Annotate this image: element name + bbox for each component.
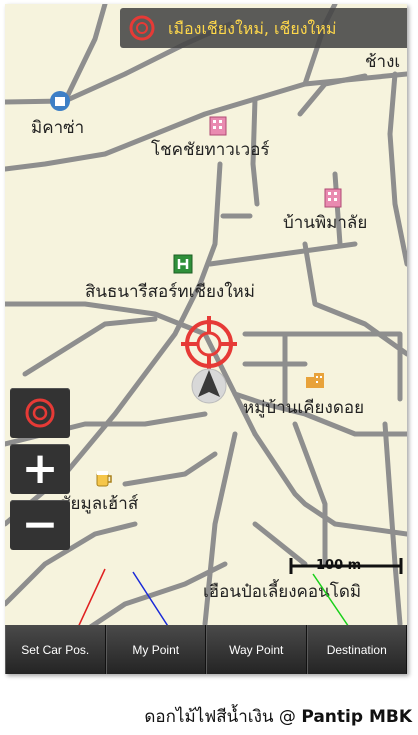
my-point-button[interactable]: My Point bbox=[105, 625, 206, 674]
hospital-icon[interactable] bbox=[173, 254, 193, 278]
map-screen: เมืองเชียงใหม่, เชียงใหม่ ช้างเ มิคาซ่า … bbox=[5, 4, 407, 674]
place-label: โชคชัยทาวเวอร์ bbox=[151, 140, 270, 160]
zoom-in-button[interactable]: + bbox=[10, 444, 70, 494]
beer-icon[interactable] bbox=[95, 468, 113, 492]
place-label: สินธนารีสอร์ทเชียงใหม่ bbox=[85, 282, 255, 302]
caption-text: ดอกไม้ไฟสีน้ำเงิน @ bbox=[144, 707, 302, 727]
navigation-arrow-icon bbox=[191, 368, 227, 404]
locate-button[interactable] bbox=[10, 388, 70, 438]
zoom-out-button[interactable]: − bbox=[10, 500, 70, 550]
place-label: หมู่บ้านเคียงดอย bbox=[243, 398, 365, 418]
destination-button[interactable]: Destination bbox=[306, 625, 407, 674]
location-banner[interactable]: เมืองเชียงใหม่, เชียงใหม่ bbox=[120, 8, 407, 48]
scale-bar: 100 m bbox=[288, 552, 404, 580]
target-icon bbox=[25, 398, 55, 428]
way-point-button[interactable]: Way Point bbox=[206, 625, 307, 674]
bottom-toolbar: Set Car Pos. My Point Way Point Destinat… bbox=[5, 625, 407, 674]
set-car-position-button[interactable]: Set Car Pos. bbox=[5, 625, 106, 674]
caption-brand: Pantip MBK bbox=[301, 707, 412, 727]
scale-label: 100 m bbox=[316, 558, 362, 573]
place-label: มิคาซ่า bbox=[31, 118, 85, 138]
apartment-icon[interactable] bbox=[305, 371, 325, 393]
image-caption: ดอกไม้ไฟสีน้ำเงิน @ Pantip MBK bbox=[144, 703, 412, 730]
bar-icon[interactable] bbox=[49, 90, 71, 116]
minus-icon: − bbox=[21, 499, 59, 550]
plus-icon: + bbox=[21, 443, 59, 494]
place-label: ชัยมูลเฮ้าส์ bbox=[59, 494, 139, 514]
place-label: บ้านพิมาลัย bbox=[283, 213, 368, 233]
target-icon bbox=[128, 14, 156, 46]
location-name: เมืองเชียงใหม่, เชียงใหม่ bbox=[168, 19, 337, 38]
place-label: เฮือนป๋อเลี้ยงคอนโดมิ bbox=[203, 582, 362, 602]
place-label: ช้างเ bbox=[365, 52, 401, 72]
